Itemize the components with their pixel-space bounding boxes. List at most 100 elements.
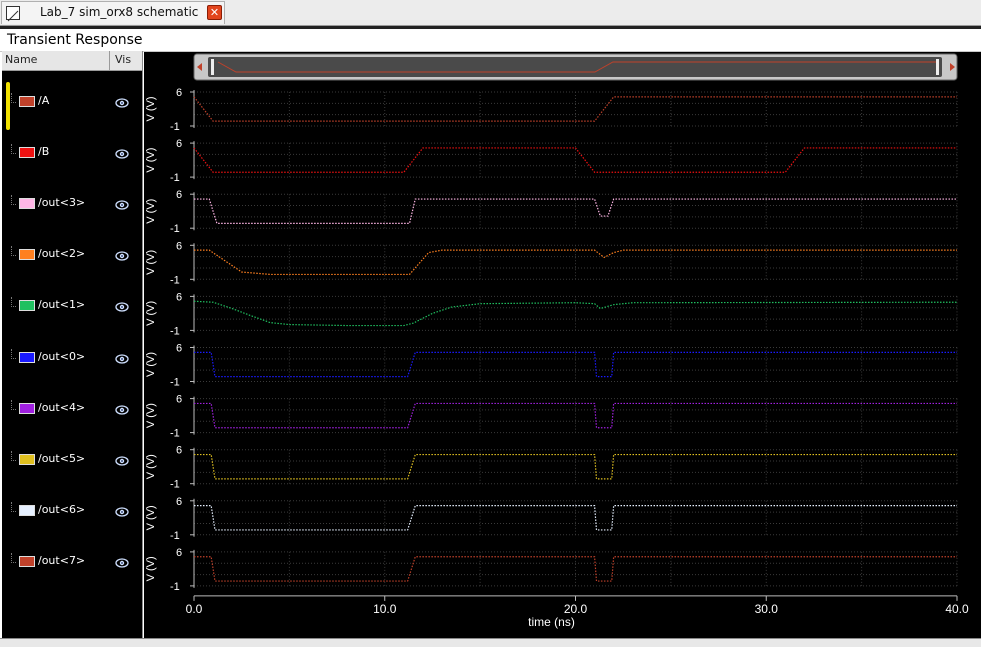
y-tick-label: -1: [170, 530, 180, 542]
vis-column-header[interactable]: Vis: [109, 51, 143, 70]
tab-title: Lab_7 sim_orx8 schematic: [40, 5, 199, 19]
signal-out6-row[interactable]: /out<6>: [2, 494, 142, 540]
schematic-tab[interactable]: Lab_7 sim_orx8 schematic ✕: [1, 1, 225, 24]
name-column-header[interactable]: Name: [5, 53, 37, 66]
y-tick-label: -1: [170, 325, 180, 337]
overview-left-handle[interactable]: [211, 59, 214, 75]
trace-out4[interactable]: [194, 402, 957, 429]
visibility-eye-icon[interactable]: [115, 554, 129, 568]
signal-label[interactable]: /out<6>: [38, 503, 85, 516]
tree-connector: [11, 450, 16, 461]
trace-out3[interactable]: [194, 198, 957, 224]
visibility-eye-icon[interactable]: [115, 196, 129, 210]
y-tick-label: -1: [170, 377, 180, 389]
color-swatch[interactable]: [19, 249, 35, 261]
tree-connector: [11, 297, 16, 308]
color-swatch[interactable]: [19, 96, 35, 107]
signal-out7-row[interactable]: /out<7>: [2, 545, 142, 591]
trace-A[interactable]: [193, 96, 957, 122]
signal-label[interactable]: /out<0>: [38, 350, 85, 363]
x-axis-label: time (ns): [528, 615, 575, 629]
y-axis-label: V (V): [145, 556, 157, 581]
y-tick-label: 6: [176, 189, 182, 201]
tree-connector: [11, 399, 16, 410]
close-tab-icon[interactable]: ✕: [207, 5, 222, 20]
overview-thumb[interactable]: [208, 57, 942, 77]
y-tick-label: 6: [176, 291, 182, 303]
y-tick-label: 6: [176, 138, 182, 150]
color-swatch[interactable]: [19, 555, 35, 567]
trace-out6[interactable]: [194, 505, 957, 531]
signal-label[interactable]: /out<3>: [38, 196, 85, 209]
overview-right-handle[interactable]: [936, 59, 939, 75]
color-swatch[interactable]: [19, 198, 35, 210]
tree-connector: [11, 195, 16, 206]
signal-out0-row[interactable]: /out<0>: [2, 341, 142, 387]
y-tick-label: -1: [170, 581, 180, 593]
tree-connector: [11, 93, 16, 103]
x-tick-label: 40.0: [945, 602, 969, 616]
waveform-plot[interactable]: 6 -1 V (V) 6 -1 V (V) 6 -1 V (V) 6 -1 V (V) 6 -1 V (V)…: [144, 52, 981, 638]
signal-label[interactable]: /out<5>: [38, 452, 85, 465]
signal-label[interactable]: /out<4>: [38, 401, 85, 414]
x-tick-label: 10.0: [373, 602, 397, 616]
signal-label[interactable]: /B: [38, 145, 49, 158]
y-tick-label: 6: [176, 394, 182, 406]
tree-connector: [11, 348, 16, 359]
signal-out3-row[interactable]: /out<3>: [2, 187, 142, 233]
tree-connector: [11, 246, 16, 257]
signal-label[interactable]: /out<1>: [38, 298, 85, 311]
trace-out0[interactable]: [194, 351, 957, 378]
signal-out1-row[interactable]: /out<1>: [2, 289, 142, 335]
color-swatch[interactable]: [19, 351, 35, 363]
signal-out5-row[interactable]: /out<5>: [2, 443, 142, 489]
visibility-eye-icon[interactable]: [115, 401, 129, 415]
signal-out2-row[interactable]: /out<2>: [2, 238, 142, 284]
color-swatch[interactable]: [19, 147, 35, 159]
y-axis-label: V (V): [145, 148, 157, 173]
trace-out7[interactable]: [194, 556, 957, 582]
y-axis-label: V (V): [145, 250, 157, 275]
signal-label[interactable]: /A: [38, 94, 49, 107]
window-titlebar: Transient Response: [0, 29, 981, 52]
y-tick-label: 6: [176, 445, 182, 457]
plot-area[interactable]: 6 -1 V (V) 6 -1 V (V) 6 -1 V (V) 6 -1 V (V) 6 -1 V (V)…: [144, 52, 981, 638]
signal-label[interactable]: /out<7>: [38, 554, 85, 567]
x-tick-label: 0.0: [186, 602, 203, 616]
y-axis-label: V (V): [145, 96, 157, 121]
color-swatch[interactable]: [19, 504, 35, 516]
visibility-eye-icon[interactable]: [115, 503, 129, 517]
visibility-eye-icon[interactable]: [115, 350, 129, 364]
color-swatch[interactable]: [19, 300, 35, 312]
y-axis-label: V (V): [145, 505, 157, 530]
y-tick-label: -1: [170, 223, 180, 235]
y-axis-label: V (V): [145, 454, 157, 479]
trace-out2[interactable]: [194, 249, 957, 276]
y-axis-label: V (V): [145, 199, 157, 224]
y-tick-label: 6: [176, 240, 182, 252]
y-tick-label: -1: [170, 121, 180, 133]
tree-connector: [11, 501, 16, 512]
window-title: Transient Response: [7, 32, 143, 48]
trace-out1[interactable]: [193, 300, 958, 327]
signal-B-row[interactable]: /B: [2, 136, 142, 182]
y-tick-label: -1: [170, 274, 180, 286]
y-tick-label: -1: [170, 479, 180, 491]
trace-out5[interactable]: [194, 453, 957, 480]
y-axis-label: V (V): [145, 403, 157, 428]
y-tick-label: 6: [176, 496, 182, 508]
visibility-eye-icon[interactable]: [115, 452, 129, 466]
signal-out4-row[interactable]: /out<4>: [2, 392, 142, 438]
tree-connector: [11, 552, 16, 563]
visibility-eye-icon[interactable]: [115, 94, 129, 108]
signal-label[interactable]: /out<2>: [38, 247, 85, 260]
trace-B[interactable]: [193, 147, 957, 173]
color-swatch[interactable]: [19, 402, 35, 414]
signal-A-row[interactable]: /A: [2, 85, 142, 131]
color-swatch[interactable]: [19, 453, 35, 465]
visibility-eye-icon[interactable]: [115, 298, 129, 313]
y-tick-label: 6: [176, 87, 182, 99]
tree-connector: [11, 144, 16, 155]
visibility-eye-icon[interactable]: [115, 247, 129, 261]
visibility-eye-icon[interactable]: [115, 145, 129, 159]
